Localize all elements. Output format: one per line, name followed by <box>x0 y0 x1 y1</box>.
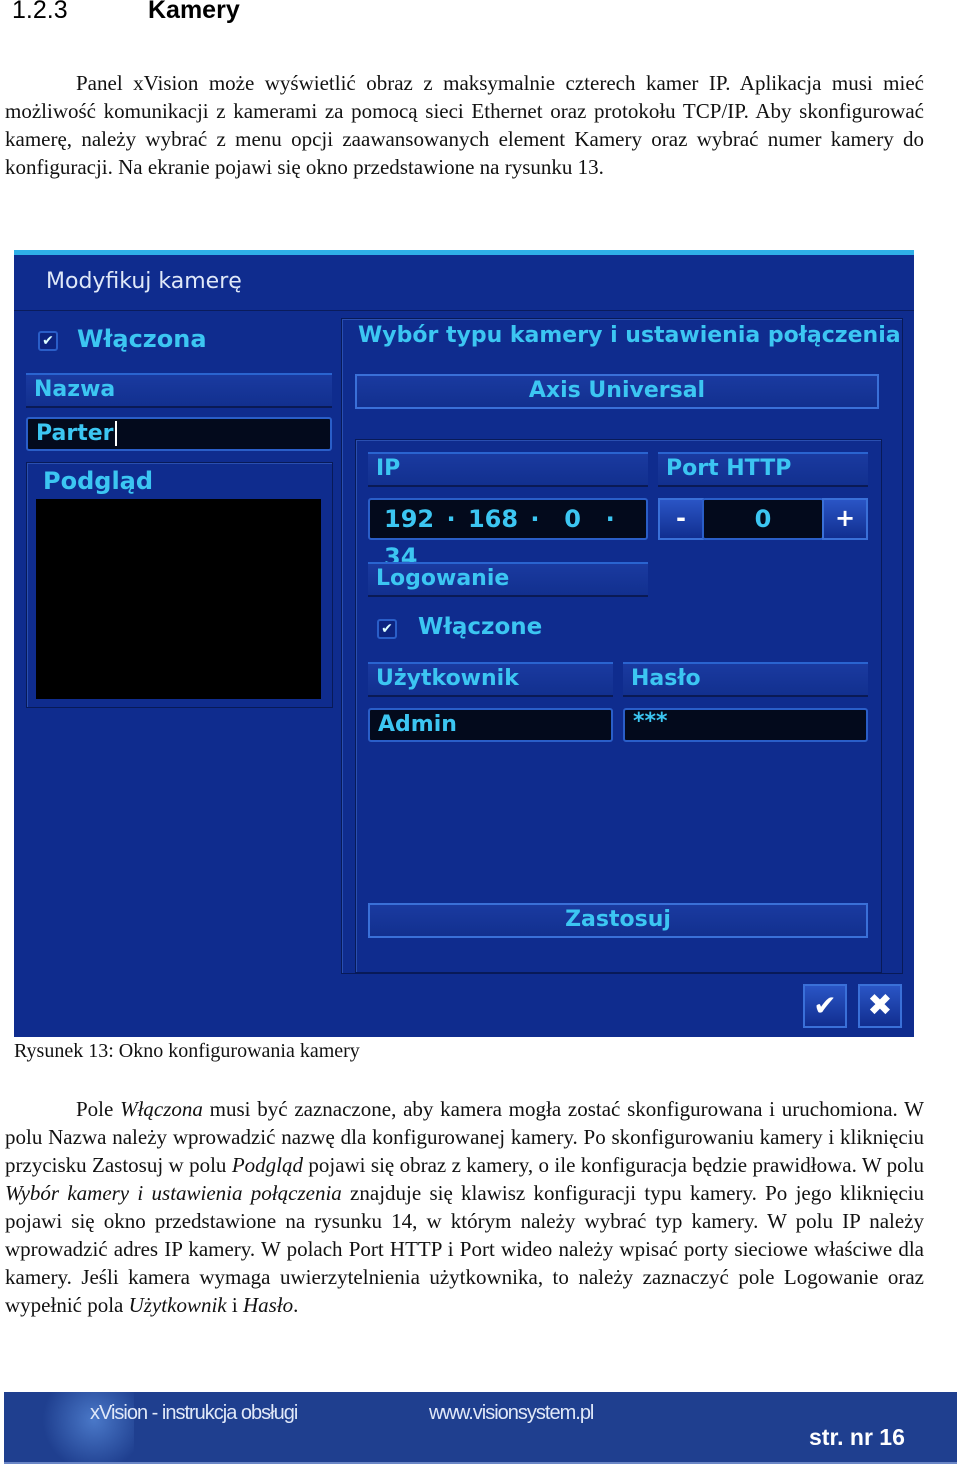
text-cursor <box>114 421 117 446</box>
login-enabled-label: Włączone <box>418 614 543 640</box>
login-enabled-checkbox[interactable]: ✔ <box>377 619 397 639</box>
ip-label: IP <box>368 452 648 487</box>
close-icon: ✖ <box>867 988 893 1023</box>
port-http-input[interactable]: 0 <box>702 498 824 540</box>
description-paragraph: Pole Włączona musi być zaznaczone, aby k… <box>5 1095 924 1319</box>
port-increment-button[interactable]: + <box>822 498 868 540</box>
apply-button[interactable]: Zastosuj <box>368 903 868 938</box>
preview-label: Podgląd <box>43 467 154 495</box>
password-input[interactable]: *** <box>623 708 868 742</box>
camera-type-button[interactable]: Axis Universal <box>355 374 879 409</box>
modify-camera-dialog: Modyfikuj kamerę ✔ Włączona Nazwa Parter… <box>14 250 914 1037</box>
check-icon: ✔ <box>381 621 393 637</box>
footer-manual-title: xVision - instrukcja obsługi <box>90 1402 298 1424</box>
port-http-label: Port HTTP <box>658 452 868 487</box>
user-input[interactable]: Admin <box>368 708 613 742</box>
name-value: Parter <box>36 421 114 446</box>
preview-panel: Podgląd <box>26 462 333 708</box>
name-input[interactable]: Parter <box>26 417 332 451</box>
ip-octet-1[interactable]: 192 <box>384 505 434 533</box>
body-text: Pole <box>76 1097 121 1121</box>
body-text: pojawi się obraz z kamery, o ile konfigu… <box>302 1153 924 1177</box>
dialog-title: Modyfikuj kamerę <box>46 269 242 294</box>
page-number: str. nr 16 <box>809 1424 905 1450</box>
emphasized-text: Włączona <box>120 1097 203 1121</box>
body-text: . <box>293 1293 299 1317</box>
check-icon: ✔ <box>42 333 54 349</box>
enabled-label: Włączona <box>77 325 207 353</box>
connection-panel: IP 192 · 168 · 0 · 34 Port HTTP - 0 + Lo… <box>355 439 882 973</box>
cancel-button[interactable]: ✖ <box>858 984 902 1028</box>
figure-caption: Rysunek 13: Okno konfigurowania kamery <box>14 1040 360 1062</box>
camera-settings-title: Wybór typu kamery i ustawienia połączeni… <box>358 323 901 348</box>
camera-settings-panel: Wybór typu kamery i ustawienia połączeni… <box>341 318 903 974</box>
ip-octet-2[interactable]: 168 <box>468 505 518 533</box>
password-label: Hasło <box>623 662 868 697</box>
enabled-checkbox[interactable]: ✔ <box>38 331 58 351</box>
emphasized-text: Podgląd <box>231 1153 303 1177</box>
body-text: i <box>226 1293 243 1317</box>
preview-video <box>36 499 321 699</box>
emphasized-text: Hasło <box>242 1293 294 1317</box>
intro-paragraph: Panel xVision może wyświetlić obraz z ma… <box>5 71 924 179</box>
login-label: Logowanie <box>368 562 648 597</box>
section-title: Kamery <box>148 0 240 24</box>
document-page: 1.2.3 Kamery Panel xVision może wyświetl… <box>0 0 960 1466</box>
ip-octet-3[interactable]: 0 <box>564 505 581 533</box>
section-number: 1.2.3 <box>12 0 68 24</box>
ip-input[interactable]: 192 · 168 · 0 · 34 <box>368 498 648 571</box>
page-footer: xVision - instrukcja obsługi www.visions… <box>4 1392 957 1464</box>
emphasized-text: Wybór kamery i ustawienia połączenia <box>5 1181 342 1205</box>
name-label: Nazwa <box>26 373 332 408</box>
user-label: Użytkownik <box>368 662 613 697</box>
footer-website: www.visionsystem.pl <box>429 1402 594 1424</box>
checkmark-icon: ✔ <box>813 989 837 1022</box>
ok-button[interactable]: ✔ <box>803 984 847 1028</box>
emphasized-text: Użytkownik <box>128 1293 227 1317</box>
port-decrement-button[interactable]: - <box>658 498 704 540</box>
title-divider <box>14 310 914 311</box>
